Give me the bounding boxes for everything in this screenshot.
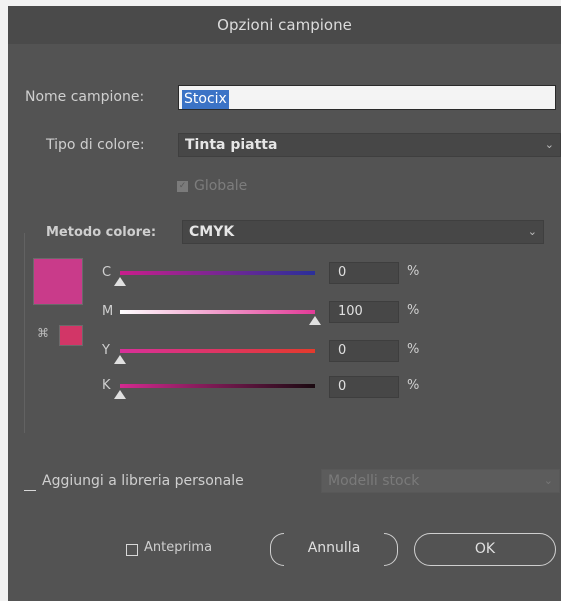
black-slider-thumb[interactable]: [114, 390, 126, 399]
cyan-slider-track[interactable]: [120, 271, 315, 275]
color-mode-dropdown[interactable]: CMYK ⌄: [182, 220, 544, 244]
global-checkbox[interactable]: ✓: [177, 181, 188, 192]
magenta-percent-label: %: [407, 303, 420, 318]
cancel-button-right-edge: [384, 533, 398, 566]
gamut-correction-swatch[interactable]: [59, 325, 83, 346]
swatch-name-value: Stocix: [182, 90, 229, 109]
global-label: Globale: [194, 178, 248, 194]
add-to-library-label: Aggiungi a libreria personale: [42, 473, 244, 489]
chevron-down-icon: ⌄: [544, 138, 554, 151]
library-dropdown[interactable]: Modelli stock ⌄: [321, 469, 560, 493]
ok-button[interactable]: OK: [414, 533, 556, 566]
color-group-border: [24, 233, 25, 433]
slider-letter-y: Y: [102, 343, 110, 358]
yellow-slider-track[interactable]: [120, 349, 315, 353]
preview-label: Anteprima: [144, 540, 213, 555]
slider-letter-c: C: [102, 265, 112, 280]
magenta-value-input[interactable]: 100: [329, 301, 399, 323]
swatch-name-input[interactable]: Stocix: [178, 85, 556, 110]
cancel-button[interactable]: Annulla: [284, 533, 384, 566]
preview-checkbox[interactable]: [126, 544, 138, 556]
color-mode-value: CMYK: [189, 224, 235, 240]
swatch-name-label: Nome campione:: [25, 89, 145, 105]
cyan-slider-thumb[interactable]: [114, 277, 126, 286]
black-percent-label: %: [407, 378, 420, 393]
cyan-value-input[interactable]: 0: [329, 262, 399, 284]
magenta-slider-thumb[interactable]: [309, 316, 321, 325]
chevron-down-icon: ⌄: [527, 225, 537, 238]
yellow-slider-thumb[interactable]: [114, 355, 126, 364]
color-type-dropdown[interactable]: Tinta piatta ⌄: [178, 133, 561, 157]
magenta-slider-track[interactable]: [120, 310, 315, 314]
swatch-options-dialog: Opzioni campione Nome campione: Stocix T…: [8, 6, 561, 601]
chevron-down-icon: ⌄: [543, 474, 553, 487]
slider-letter-k: K: [102, 378, 111, 393]
color-mode-label: Metodo colore:: [46, 225, 157, 240]
yellow-value-input[interactable]: 0: [329, 340, 399, 362]
add-to-library-checkbox[interactable]: [24, 490, 36, 491]
library-dropdown-value: Modelli stock: [328, 473, 420, 489]
yellow-percent-label: %: [407, 342, 420, 357]
dialog-title: Opzioni campione: [8, 6, 561, 44]
color-preview-swatch: [33, 258, 83, 305]
color-type-label: Tipo di colore:: [46, 137, 145, 153]
cyan-percent-label: %: [407, 264, 420, 279]
cancel-button-left-edge: [270, 533, 284, 566]
slider-letter-m: M: [102, 304, 114, 319]
color-type-value: Tinta piatta: [185, 137, 278, 153]
out-of-gamut-icon[interactable]: ⌘: [37, 326, 49, 340]
black-value-input[interactable]: 0: [329, 376, 399, 398]
black-slider-track[interactable]: [120, 384, 315, 388]
